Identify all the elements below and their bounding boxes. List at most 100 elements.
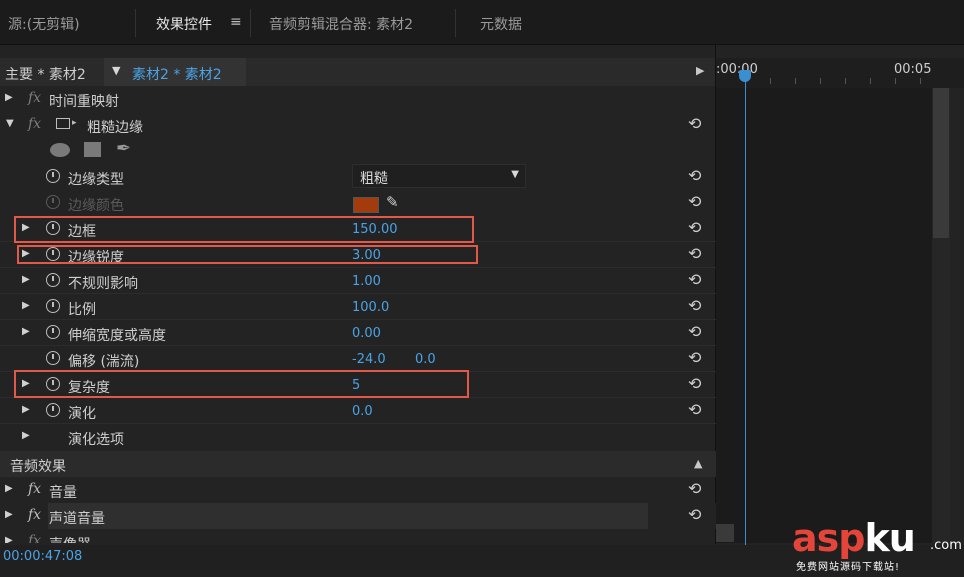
reset-icon[interactable]: ⟲ [688,244,701,263]
current-timecode[interactable]: 00:00:47:08 [3,549,82,564]
playhead-handle[interactable] [739,70,751,82]
prop-value[interactable]: 0.0 [352,404,373,419]
prop-value-x[interactable]: -24.0 [352,352,386,367]
expand-triangle-icon[interactable]: ▶ [22,300,30,311]
ruler-tick [820,78,821,84]
prop-label: 伸缩宽度或高度 [68,328,166,344]
clip-selector[interactable]: ▼ 素材2 * 素材2 [104,58,246,86]
tab-audio-clip-mixer[interactable]: 音频剪辑混合器: 素材2 [269,14,413,34]
expand-triangle-icon[interactable]: ▶ [5,92,13,103]
expand-triangle-icon[interactable]: ▶ [5,509,13,520]
timeline-zoom-handle[interactable] [716,524,734,542]
tab-metadata[interactable]: 元数据 [480,14,522,34]
fx-icon[interactable]: fx [28,481,41,497]
expand-triangle-icon[interactable]: ▶ [5,483,13,494]
mini-triangle-icon: ▸ [72,118,77,128]
rectangle-mask-icon[interactable] [84,142,101,157]
mask-frame-icon[interactable] [56,118,70,129]
reset-icon[interactable]: ⟲ [688,218,701,237]
prop-value[interactable]: 1.00 [352,274,381,289]
master-clip-label[interactable]: 主要 * 素材2 [5,64,86,84]
sequence-clip-label: 素材2 * 素材2 [132,67,222,83]
timeline-track-area[interactable] [716,88,948,543]
stopwatch-icon[interactable] [46,273,60,287]
effect-label: 时间重映射 [49,94,119,110]
stopwatch-icon[interactable] [46,403,60,417]
playhead-line[interactable] [745,76,746,546]
reset-icon[interactable]: ⟲ [688,400,701,419]
fx-icon[interactable]: fx [28,116,41,132]
collapse-triangle-icon[interactable]: ▼ [6,118,14,129]
reset-icon[interactable]: ⟲ [688,322,701,341]
eyedropper-icon[interactable]: ✎ [386,193,399,211]
reset-icon[interactable]: ⟲ [688,114,701,133]
prop-label: 比例 [68,302,96,318]
timeline-scrollbar-thumb[interactable] [933,88,949,238]
fx-icon[interactable]: fx [28,90,41,106]
prop-value[interactable]: 0.00 [352,326,381,341]
prop-row-evolution: ▶ 演化 0.0 ⟲ [0,398,716,424]
prop-row-evolution-options: ▶ 演化选项 [0,424,716,450]
effect-row-channel-volume[interactable]: ▶ fx 声道音量 ⟲ [0,503,716,529]
effect-row-time-remap[interactable]: ▶ fx 时间重映射 [0,86,716,112]
mask-tools-row: ✒ [0,138,716,164]
tab-source[interactable]: 源:(无剪辑) [8,14,80,34]
color-swatch[interactable] [353,197,379,213]
stopwatch-icon[interactable] [46,195,60,209]
clip-header: 主要 * 素材2 ▼ 素材2 * 素材2 ▶ [0,58,716,86]
effect-row-rough-edges[interactable]: ▼ fx ▸ 粗糙边缘 ⟲ [0,112,716,138]
prop-label: 演化 [68,406,96,422]
tab-divider [250,9,251,37]
expand-triangle-icon[interactable]: ▶ [22,404,30,415]
tab-divider [135,9,136,37]
select-value: 粗糙 [360,171,388,187]
reset-icon[interactable]: ⟲ [688,166,701,185]
prop-label: 不规则影响 [68,276,138,292]
highlight-edge-sharpness [17,245,478,264]
prop-row-edge-color: 边缘颜色 ✎ ⟲ [0,190,716,216]
chevron-down-icon: ▼ [511,169,519,180]
prop-value-y[interactable]: 0.0 [415,352,436,367]
reset-icon[interactable]: ⟲ [688,348,701,367]
tab-effect-controls[interactable]: 效果控件 [156,14,212,34]
prop-label: 边缘类型 [68,172,124,188]
reset-icon[interactable]: ⟲ [688,296,701,315]
expand-triangle-icon[interactable]: ▶ [5,535,13,543]
stopwatch-icon[interactable] [46,299,60,313]
audio-effects-list: ▶ fx 音量 ⟲ ▶ fx 声道音量 ⟲ ▶ fx 声像器 [0,477,716,543]
effect-row-volume[interactable]: ▶ fx 音量 ⟲ [0,477,716,503]
prop-row-edge-type: 边缘类型 粗糙 ▼ ⟲ [0,164,716,190]
chevron-down-icon: ▼ [112,64,121,77]
reset-icon[interactable]: ⟲ [688,270,701,289]
edge-type-select[interactable]: 粗糙 ▼ [352,164,526,188]
prop-label: 边缘颜色 [68,198,124,214]
collapse-up-icon[interactable]: ▲ [694,457,702,470]
section-label: 音频效果 [10,459,66,475]
expand-triangle-icon[interactable]: ▶ [22,326,30,337]
prop-value[interactable]: 100.0 [352,300,389,315]
panel-menu-icon[interactable]: ≡ [230,14,242,30]
reset-icon[interactable]: ⟲ [688,192,701,211]
expand-triangle-icon[interactable]: ▶ [22,274,30,285]
reset-icon[interactable]: ⟲ [688,505,701,524]
watermark-tagline: 免费网站源码下载站! [796,562,901,573]
effect-row-panner[interactable]: ▶ fx 声像器 [0,529,716,543]
reset-icon[interactable]: ⟲ [688,479,701,498]
reset-icon[interactable]: ⟲ [688,374,701,393]
fx-icon[interactable]: fx [28,533,41,543]
ruler-tick [895,78,896,84]
expand-triangle-icon[interactable]: ▶ [22,430,30,441]
pen-mask-icon[interactable]: ✒ [116,138,131,159]
timeline-ruler[interactable]: :00:00 00:05 [716,58,964,88]
ellipse-mask-icon[interactable] [50,143,70,157]
panel-tab-bar: 源:(无剪辑) 效果控件 ≡ 音频剪辑混合器: 素材2 元数据 [0,0,964,45]
play-triangle-icon[interactable]: ▶ [696,64,704,77]
stopwatch-icon[interactable] [46,169,60,183]
stopwatch-icon[interactable] [46,351,60,365]
fx-icon[interactable]: fx [28,507,41,523]
audio-effects-header[interactable]: 音频效果 ▲ [0,451,716,477]
stopwatch-icon[interactable] [46,325,60,339]
ruler-tick [920,78,921,84]
ruler-tick [870,78,871,84]
prop-row-irregular-influence: ▶ 不规则影响 1.00 ⟲ [0,268,716,294]
